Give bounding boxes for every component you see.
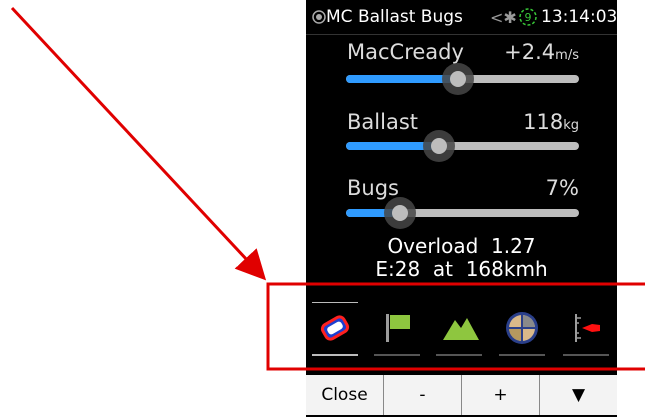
bugs-value: 7% [545,176,579,200]
sun-icon [312,10,326,24]
bugs-label: Bugs [347,176,399,200]
gps-satellite-icon: 9 [519,8,537,26]
tab-flag[interactable] [370,296,424,360]
energy-line: E:28 at 168kmh [375,257,548,281]
icon-tab-bar [306,296,617,360]
maccready-slider-knob[interactable] [441,63,474,95]
tab-altitude-gauge[interactable] [559,296,613,360]
ballast-slider-knob[interactable] [423,130,456,162]
glider-polar-icon [320,315,350,341]
bugs-slider[interactable] [346,209,579,217]
ballast-slider[interactable] [346,142,579,150]
tab-map-display[interactable] [495,296,549,360]
clock-time: 13:14:03 [541,7,618,27]
device-screen: MC Ballast Bugs <✱ 9 13:14:03 MacCready … [306,0,617,417]
overload-line: Overload 1.27 [387,234,536,258]
altitude-gauge-icon [575,314,600,342]
overload-info: Overload 1.27 E:28 at 168kmh [306,235,617,281]
increase-button[interactable]: + [462,375,540,415]
maccready-label: MacCready [347,40,464,64]
dropdown-button[interactable]: ▼ [540,375,617,415]
tab-glider-polar[interactable] [308,296,362,360]
decrease-button[interactable]: - [384,375,462,415]
ballast-label: Ballast [347,110,418,134]
title-bar: MC Ballast Bugs <✱ 9 13:14:03 [306,0,617,35]
bluetooth-icon: <✱ [490,8,517,27]
dialog-title: MC Ballast Bugs [326,7,463,27]
button-bar: Close - + ▼ [306,375,617,415]
terrain-icon [443,318,479,340]
ballast-value: 118kg [523,110,579,134]
bugs-slider-knob[interactable] [383,197,416,229]
gps-count: 9 [525,11,532,24]
close-button[interactable]: Close [306,375,384,415]
map-display-icon [506,312,538,344]
annotation-arrow [10,6,267,281]
tab-terrain[interactable] [432,296,486,360]
maccready-value: +2.4m/s [504,40,579,64]
flag-icon [386,314,410,342]
